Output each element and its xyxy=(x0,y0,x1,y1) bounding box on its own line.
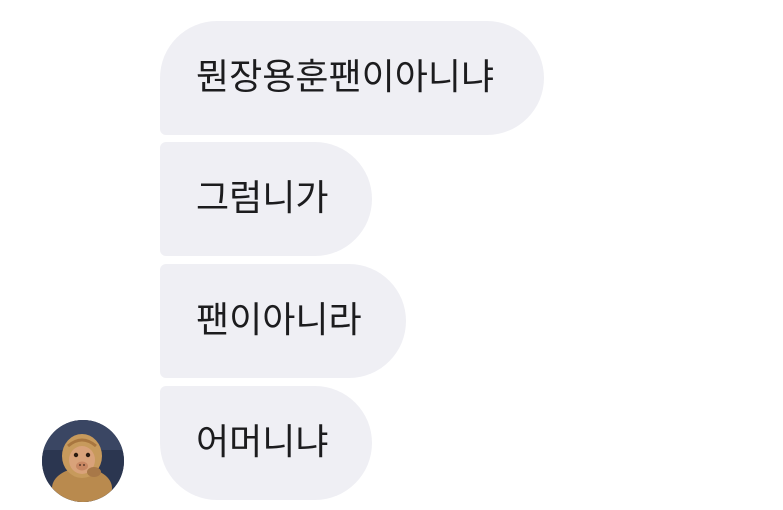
message-bubble[interactable]: 팬이아니라 xyxy=(160,264,406,378)
monkey-avatar-icon xyxy=(42,420,124,502)
message-text: 팬이아니라 xyxy=(196,300,362,341)
chat-thread: 뭔장용훈팬이아니냐 그럼니가 팬이아니라 어머니냐 xyxy=(0,0,783,510)
message-text: 그럼니가 xyxy=(196,178,329,219)
message-text: 뭔장용훈팬이아니냐 xyxy=(196,57,495,98)
message-bubble[interactable]: 뭔장용훈팬이아니냐 xyxy=(160,21,544,135)
message-text: 어머니냐 xyxy=(196,422,329,463)
sender-avatar[interactable] xyxy=(42,420,124,502)
message-bubble[interactable]: 어머니냐 xyxy=(160,386,372,500)
message-bubble[interactable]: 그럼니가 xyxy=(160,142,372,256)
